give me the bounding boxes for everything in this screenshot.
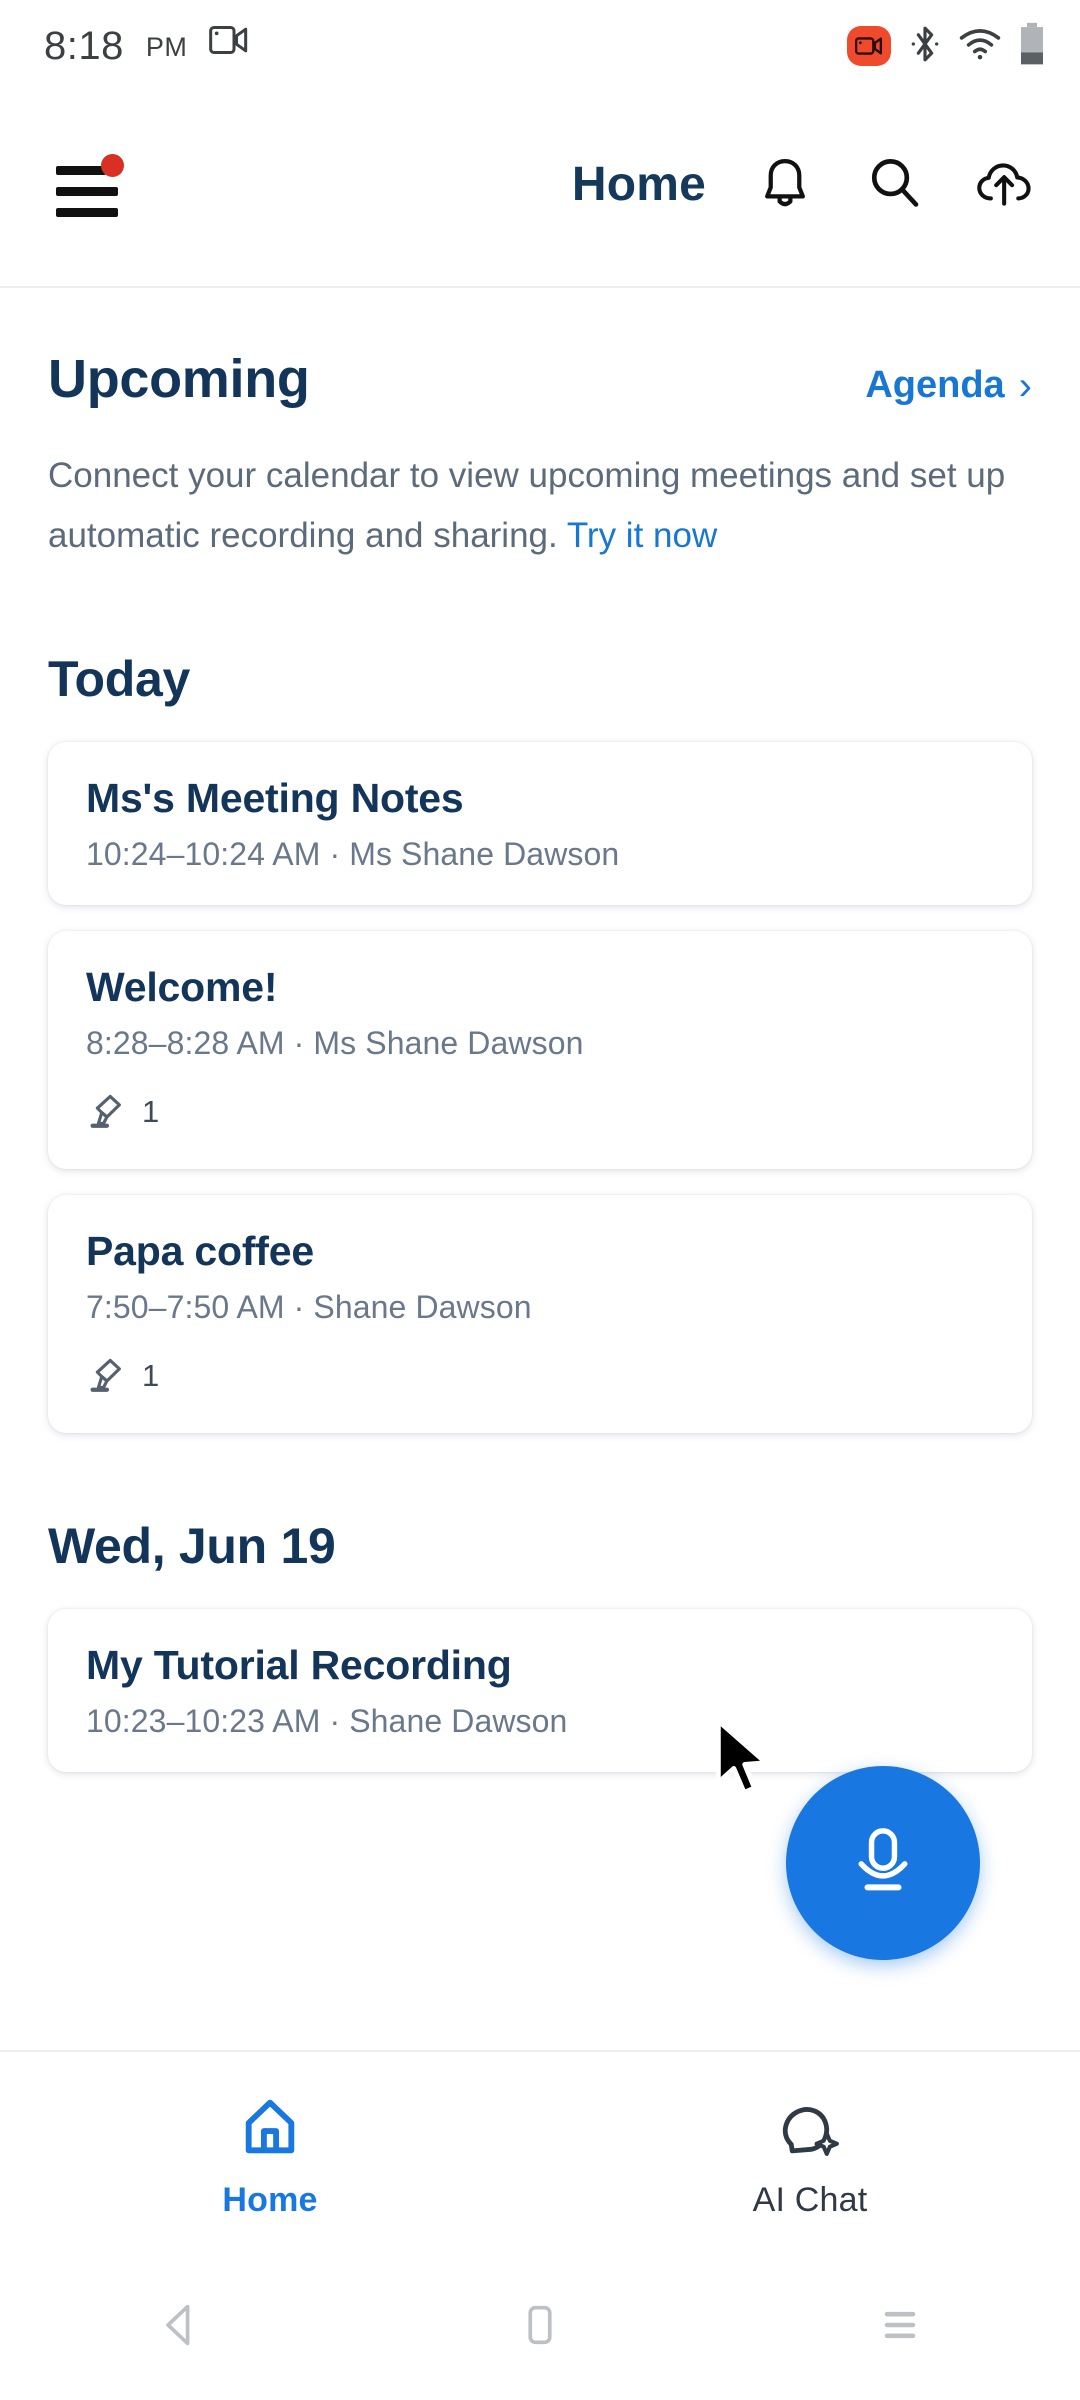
android-system-nav (0, 2250, 1080, 2400)
recording-title: Papa coffee (86, 1227, 314, 1274)
highlighter-icon (86, 1088, 130, 1137)
header-actions: Home (572, 152, 1036, 214)
microphone-icon (840, 1818, 926, 1909)
app-header: Home (0, 92, 1080, 288)
mouse-cursor (712, 1718, 782, 1804)
recording-stats: 1 (86, 1352, 994, 1401)
nav-label-ai-chat: AI Chat (752, 2181, 868, 2219)
recording-title: My Tutorial Recording (86, 1641, 512, 1688)
back-triangle-icon[interactable] (120, 2280, 240, 2370)
recording-title: Ms's Meeting Notes (86, 775, 464, 821)
app-screen: 8:18 PM Home Upcoming Agenda › Connect y… (0, 0, 1080, 2400)
recording-meta: 10:24–10:24 AM · Ms Shane Dawson (86, 835, 620, 872)
status-time: 8:18 (44, 24, 124, 68)
hamburger-menu-icon[interactable] (56, 154, 124, 220)
upcoming-title: Upcoming (48, 349, 310, 409)
recording-list-today: Ms's Meeting Notes 10:24–10:24 AM · Ms S… (0, 742, 1080, 1433)
recording-card[interactable]: Welcome! 8:28–8:28 AM · Ms Shane Dawson … (48, 930, 1032, 1169)
section-day-label-today: Today (48, 651, 191, 707)
recording-meta: 8:28–8:28 AM · Ms Shane Dawson (86, 1024, 584, 1061)
record-fab-button[interactable] (786, 1766, 980, 1960)
menu-notification-badge (101, 154, 124, 177)
highlight-count: 1 (142, 1094, 160, 1130)
hamburger-bar (56, 166, 106, 175)
home-icon (237, 2094, 303, 2165)
page-title: Home (571, 158, 706, 211)
status-ampm: PM (145, 32, 188, 62)
highlighter-icon (86, 1352, 130, 1401)
recording-card[interactable]: My Tutorial Recording 10:23–10:23 AM · S… (48, 1608, 1032, 1772)
wifi-icon (959, 27, 1001, 66)
blurb-text: Connect your calendar to view upcoming m… (48, 456, 1006, 555)
bell-icon[interactable] (754, 152, 816, 214)
recording-card[interactable]: Papa coffee 7:50–7:50 AM · Shane Dawson … (48, 1194, 1032, 1433)
status-bar-right (847, 22, 1046, 71)
nav-label-home: Home (222, 2181, 318, 2219)
recording-stats: 1 (86, 1088, 994, 1137)
try-it-now-link[interactable]: Try it now (567, 516, 717, 555)
ai-chat-icon (777, 2094, 843, 2165)
recording-badge-icon (847, 26, 891, 66)
recording-meta: 7:50–7:50 AM · Shane Dawson (86, 1288, 532, 1325)
recents-lines-icon[interactable] (840, 2280, 960, 2370)
search-icon[interactable] (864, 152, 926, 214)
status-bar-left: 8:18 PM (44, 26, 249, 66)
nav-item-ai-chat[interactable]: AI Chat (540, 2094, 1080, 2220)
agenda-link[interactable]: Agenda › (865, 364, 1032, 407)
chevron-right-icon: › (1018, 363, 1032, 408)
battery-icon (1018, 22, 1046, 71)
upcoming-header-row: Upcoming Agenda › (0, 348, 1080, 410)
screen-record-icon (209, 23, 249, 62)
agenda-link-label: Agenda (865, 364, 1005, 406)
home-square-icon[interactable] (480, 2280, 600, 2370)
cloud-upload-icon[interactable] (974, 152, 1036, 214)
hamburger-bar (56, 187, 118, 196)
recording-title: Welcome! (86, 963, 278, 1010)
section-day-label-jun19: Wed, Jun 19 (48, 1517, 336, 1574)
recording-list-jun19: My Tutorial Recording 10:23–10:23 AM · S… (0, 1608, 1080, 1772)
bluetooth-icon (908, 24, 942, 69)
system-status-bar: 8:18 PM (0, 0, 1080, 92)
calendar-connect-blurb: Connect your calendar to view upcoming m… (0, 446, 1080, 566)
nav-item-home[interactable]: Home (0, 2094, 540, 2220)
bottom-navigation-bar: Home AI Chat (0, 2050, 1080, 2250)
recording-card[interactable]: Ms's Meeting Notes 10:24–10:24 AM · Ms S… (48, 742, 1032, 905)
recording-meta: 10:23–10:23 AM · Shane Dawson (86, 1702, 568, 1739)
hamburger-bar (56, 208, 118, 217)
highlight-count: 1 (142, 1358, 160, 1394)
